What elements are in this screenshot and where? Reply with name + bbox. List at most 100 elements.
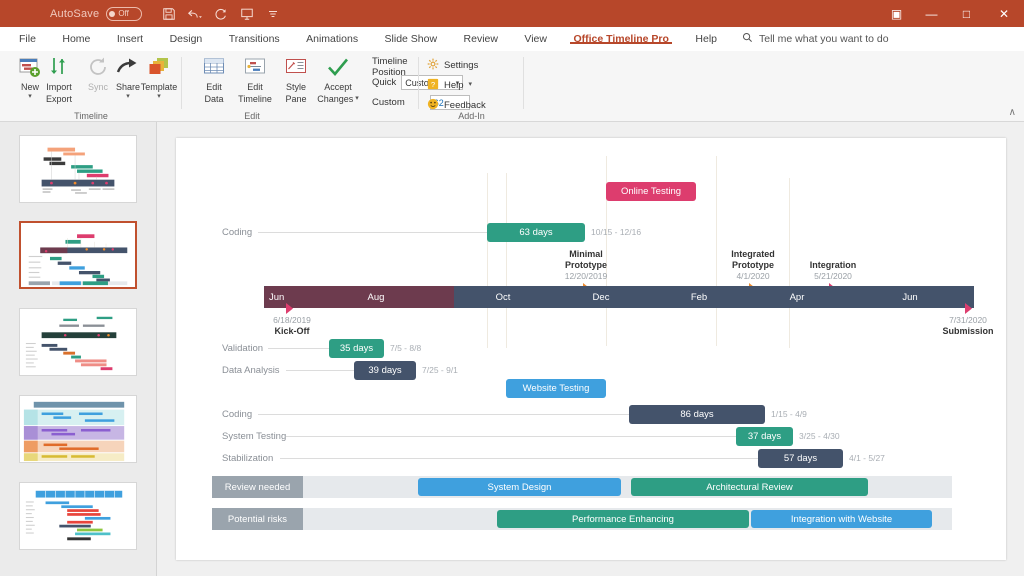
edit-timeline-label-1: Edit [247, 82, 263, 92]
autosave-toggle[interactable]: Off [106, 7, 142, 21]
minimize-button[interactable]: — [914, 0, 949, 27]
bar-validation-35-days[interactable]: 35 days [329, 339, 384, 358]
template-button[interactable]: Template ▾ [133, 54, 185, 106]
leader-line [268, 348, 329, 349]
collapse-ribbon-button[interactable]: ∧ [1009, 107, 1016, 118]
tab-animations[interactable]: Animations [295, 33, 369, 45]
tab-help[interactable]: Help [684, 33, 728, 45]
axis-label-jun-2: Jun [846, 292, 974, 303]
tab-home[interactable]: Home [51, 33, 101, 45]
tab-review[interactable]: Review [453, 33, 509, 45]
style-pane-label-2: Pane [285, 94, 306, 104]
tell-me-search[interactable]: Tell me what you want to do [742, 32, 889, 46]
bar-data-analysis-39-days[interactable]: 39 days [354, 361, 416, 380]
row-label-coding-upper: Coding [222, 227, 252, 238]
start-presentation-icon[interactable] [234, 3, 260, 25]
swimlane-potential-risks-head[interactable]: Potential risks [212, 508, 303, 530]
powerpoint-window: AutoSave Off ▣ — [0, 0, 1024, 576]
tab-view[interactable]: View [513, 33, 558, 45]
group-separator [523, 57, 524, 109]
milestone-minimal-prototype-title-1: Minimal [544, 249, 628, 260]
slide-thumbnail-pane[interactable] [0, 122, 157, 576]
milestone-integrated-prototype-title-1: Integrated [708, 249, 798, 260]
row-label-coding-lower: Coding [222, 409, 252, 420]
timeline-axis[interactable]: Jun Aug Oct Dec Feb [264, 286, 974, 308]
help-button[interactable]: ? Help ▾ [427, 77, 472, 93]
slide-thumbnail-2[interactable] [19, 221, 137, 289]
customize-qat-icon[interactable] [260, 3, 286, 25]
tab-slide-show[interactable]: Slide Show [374, 33, 449, 45]
tab-transitions[interactable]: Transitions [218, 33, 291, 45]
slide-thumbnail-4[interactable] [19, 395, 137, 463]
new-timeline-caret-icon[interactable]: ▾ [28, 94, 32, 100]
edit-data-label-2: Data [204, 94, 223, 104]
dates-validation: 7/5 - 8/8 [390, 343, 421, 353]
slide-thumbnail-5[interactable] [19, 482, 137, 550]
bar-online-testing[interactable]: Online Testing [606, 182, 696, 201]
milestone-kickoff[interactable]: 6/18/2019 Kick-Off [250, 315, 334, 337]
swimlane-review-needed-head[interactable]: Review needed [212, 476, 303, 498]
svg-text:?: ? [431, 80, 435, 89]
help-label: Help [444, 80, 464, 91]
dates-coding-63-days: 10/15 - 12/16 [591, 227, 641, 237]
leader-line [286, 436, 736, 437]
share-caret-icon[interactable]: ▾ [126, 94, 130, 100]
milestone-submission-title: Submission [924, 326, 1012, 337]
axis-label-oct: Oct [454, 292, 552, 303]
swimlane-bar-architectural-review[interactable]: Architectural Review [631, 478, 868, 496]
import-label: Import [46, 82, 72, 92]
milestone-submission-date: 7/31/2020 [924, 315, 1012, 326]
bar-website-testing[interactable]: Website Testing [506, 379, 606, 398]
tab-design[interactable]: Design [159, 33, 214, 45]
maximize-button[interactable]: □ [949, 0, 984, 27]
custom-label: Custom [372, 97, 405, 108]
milestone-minimal-prototype[interactable]: Minimal Prototype 12/20/2019 [544, 249, 628, 282]
bar-coding-86-days[interactable]: 86 days [629, 405, 765, 424]
bar-system-testing-37-days[interactable]: 37 days [736, 427, 793, 446]
close-button[interactable]: ✕ [984, 0, 1024, 27]
bar-stabilization-57-days[interactable]: 57 days [758, 449, 843, 468]
ribbon: New ▾ Import Export [0, 51, 1024, 122]
milestone-integrated-prototype[interactable]: Integrated Prototype 4/1/2020 [708, 249, 798, 282]
settings-button[interactable]: Settings [427, 57, 478, 73]
slide-thumbnail-1[interactable] [19, 135, 137, 203]
slide-thumbnail-3[interactable] [19, 308, 137, 376]
undo-icon[interactable] [182, 3, 208, 25]
help-icon: ? [427, 78, 439, 93]
tab-file[interactable]: File [8, 33, 47, 45]
leader-line [280, 458, 758, 459]
edit-timeline-icon [244, 54, 266, 80]
axis-segment-jun-2: Jun [846, 286, 974, 308]
milestone-kickoff-title: Kick-Off [250, 326, 334, 337]
leader-line [286, 370, 354, 371]
swimlane-bar-performance-enhancing[interactable]: Performance Enhancing [497, 510, 749, 528]
axis-segment-apr: Apr [748, 286, 846, 308]
axis-segment-aug: Aug [298, 286, 454, 308]
ribbon-group-edit-label: Edit [122, 111, 382, 121]
autosave-control[interactable]: AutoSave Off [50, 7, 142, 21]
ribbon-tab-bar: File Home Insert Design Transitions Anim… [0, 27, 1024, 51]
bar-coding-63-days[interactable]: 63 days [487, 223, 585, 242]
current-slide[interactable]: Online Testing Coding 63 days 10/15 - 12… [176, 138, 1006, 560]
edit-timeline-label-2: Timeline [238, 94, 272, 104]
milestone-integration[interactable]: Integration 5/21/2020 [788, 260, 878, 282]
accept-changes-button[interactable]: Accept Changes ▾ [310, 54, 366, 106]
milestone-submission[interactable]: 7/31/2020 Submission [924, 315, 1012, 337]
settings-label: Settings [444, 60, 478, 71]
template-caret-icon[interactable]: ▾ [157, 94, 161, 100]
save-icon[interactable] [156, 3, 182, 25]
row-label-system-testing: System Testing [222, 431, 286, 442]
template-icon [147, 54, 171, 80]
swimlane-bar-system-design[interactable]: System Design [418, 478, 621, 496]
timeline-chart: Online Testing Coding 63 days 10/15 - 12… [176, 138, 1006, 560]
tab-office-timeline-pro[interactable]: Office Timeline Pro [562, 33, 680, 45]
dates-stabilization: 4/1 - 5/27 [849, 453, 885, 463]
tab-insert[interactable]: Insert [106, 33, 154, 45]
help-caret-icon[interactable]: ▾ [469, 82, 473, 88]
ribbon-display-options-button[interactable]: ▣ [879, 0, 914, 27]
swimlane-bar-integration-with-website[interactable]: Integration with Website [751, 510, 932, 528]
dates-system-testing: 3/25 - 4/30 [799, 431, 840, 441]
redo-icon[interactable] [208, 3, 234, 25]
accept-changes-caret-icon[interactable]: ▾ [355, 96, 359, 102]
dates-coding-86-days: 1/15 - 4/9 [771, 409, 807, 419]
